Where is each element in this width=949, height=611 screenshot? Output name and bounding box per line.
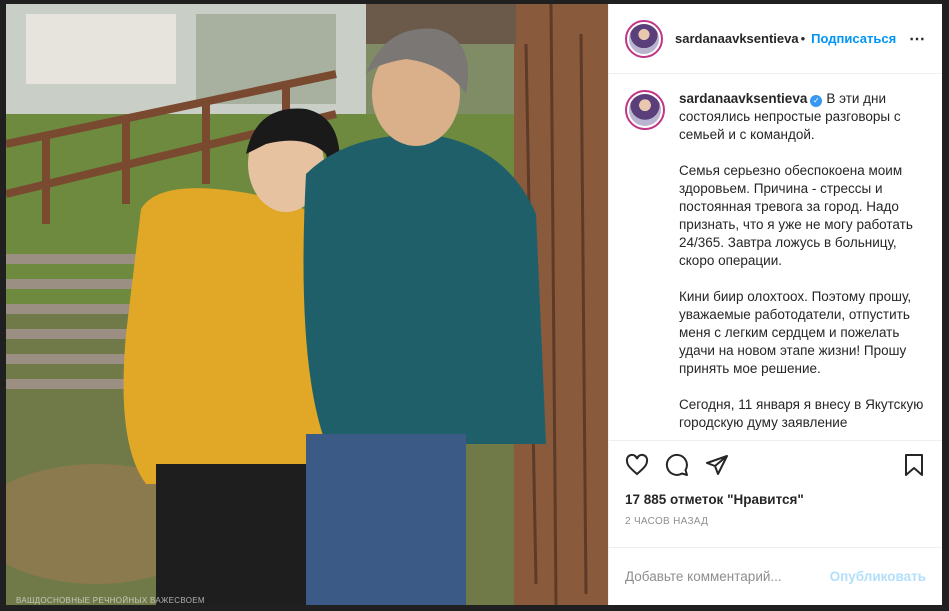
heart-icon[interactable] (623, 451, 651, 479)
comment-input[interactable] (625, 569, 830, 584)
instagram-post: ВАШДОСНОВНЫЕ РЕЧНОЙНЫХ ВАЖЕСВОЕМ sardana… (6, 4, 942, 605)
post-sidebar: sardanaavksentieva • Подписаться ⋯ sarda… (608, 4, 942, 605)
publish-button[interactable]: Опубликовать (830, 569, 926, 584)
likes-count[interactable]: 17 885 отметок "Нравится" (609, 489, 942, 511)
share-icon[interactable] (703, 451, 731, 479)
caption-paragraph: Кини биир олохтоох. Поэтому прошу, уважа… (679, 289, 912, 376)
caption-paragraph: sardanaavksentieva ✓ В эти дни состоялись … (679, 90, 926, 144)
author-username[interactable]: sardanaavksentieva (675, 31, 799, 46)
caption-paragraph: Сегодня, 11 января я внесу в Якутскую го… (679, 397, 924, 430)
header-separator: • (800, 31, 806, 46)
author-avatar[interactable] (625, 19, 663, 58)
post-timestamp[interactable]: 2 ЧАСОВ НАЗАД (609, 511, 942, 533)
caption-paragraph: Семья серьезно обеспокоена моим здоровье… (679, 163, 913, 268)
action-bar (609, 441, 942, 489)
photo-overlay-text: ВАШДОСНОВНЫЕ РЕЧНОЙНЫХ ВАЖЕСВОЕМ (16, 596, 205, 605)
caption-username[interactable]: sardanaavksentieva (679, 91, 807, 106)
verified-badge-icon: ✓ (810, 95, 823, 107)
caption-avatar[interactable] (625, 90, 665, 130)
caption-text: sardanaavksentieva ✓ В эти дни состоялись … (679, 90, 926, 440)
post-photo[interactable]: ВАШДОСНОВНЫЕ РЕЧНОЙНЫХ ВАЖЕСВОЕМ (6, 4, 608, 605)
comments-area[interactable]: sardanaavksentieva ✓ В эти дни состоялись … (609, 74, 942, 441)
comment-icon[interactable] (663, 451, 691, 479)
comment-form: Опубликовать (609, 547, 942, 605)
follow-button[interactable]: Подписаться (811, 31, 896, 46)
caption-comment: sardanaavksentieva ✓ В эти дни состоялись … (625, 90, 926, 440)
bookmark-icon[interactable] (900, 451, 928, 479)
photo-illustration (6, 4, 608, 605)
avatar-image (629, 23, 659, 54)
more-options-icon[interactable]: ⋯ (909, 29, 926, 49)
post-header: sardanaavksentieva • Подписаться ⋯ (609, 4, 942, 74)
avatar-image (629, 94, 661, 126)
